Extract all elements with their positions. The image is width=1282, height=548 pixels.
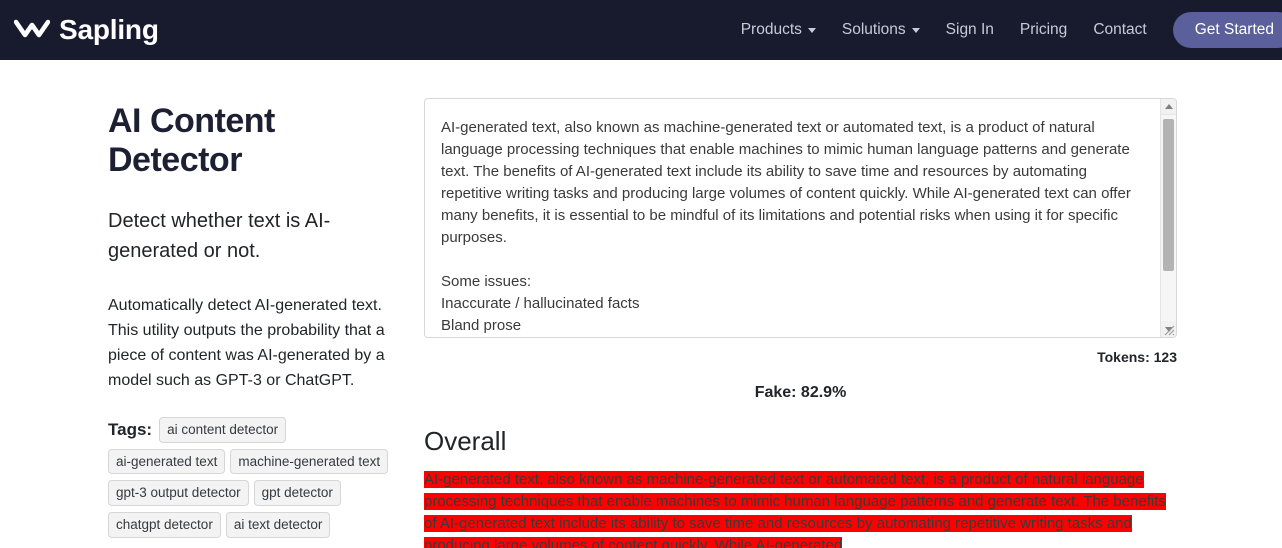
scroll-up-button[interactable] — [1161, 99, 1177, 115]
sapling-leaf-icon — [14, 17, 50, 43]
highlight-span: AI-generated text, also known as machine… — [424, 471, 1166, 548]
fake-score: Fake: 82.9% — [424, 384, 1177, 402]
brand-logo-link[interactable]: Sapling — [14, 16, 159, 44]
tag-item[interactable]: gpt-3 output detector — [108, 480, 249, 506]
main-nav: Products Solutions Sign In Pricing Conta… — [728, 0, 1282, 60]
nav-item-pricing[interactable]: Pricing — [1007, 13, 1080, 47]
tags-label: Tags: — [108, 420, 152, 440]
page-description: Automatically detect AI-generated text. … — [108, 294, 400, 393]
tag-item[interactable]: chatgpt detector — [108, 512, 221, 538]
nav-item-contact[interactable]: Contact — [1080, 13, 1159, 47]
nav-item-solutions[interactable]: Solutions — [829, 13, 933, 47]
token-count: Tokens: 123 — [424, 349, 1177, 365]
nav-item-sign-in[interactable]: Sign In — [933, 13, 1007, 47]
tag-item[interactable]: ai text detector — [226, 512, 331, 538]
nav-item-solutions-label: Solutions — [842, 21, 906, 39]
page-body: AI Content Detector Detect whether text … — [0, 60, 1282, 548]
tag-item[interactable]: gpt detector — [254, 480, 341, 506]
right-column: AI-generated text, also known as machine… — [420, 60, 1282, 548]
left-column: AI Content Detector Detect whether text … — [0, 60, 420, 548]
chevron-down-icon — [808, 28, 816, 33]
get-started-button[interactable]: Get Started — [1173, 12, 1282, 48]
textarea-scrollbar[interactable] — [1160, 99, 1176, 337]
scrollbar-thumb[interactable] — [1163, 119, 1174, 271]
text-input-content[interactable]: AI-generated text, also known as machine… — [425, 99, 1160, 337]
chevron-down-icon — [912, 28, 920, 33]
scrollbar-track[interactable] — [1161, 115, 1177, 321]
nav-item-products-label: Products — [741, 21, 802, 39]
overall-heading: Overall — [424, 426, 1177, 457]
tag-item[interactable]: machine-generated text — [230, 449, 388, 475]
triangle-up-icon — [1165, 104, 1173, 109]
page-subtitle: Detect whether text is AI-generated or n… — [108, 206, 400, 266]
tag-item[interactable]: ai content detector — [159, 417, 286, 443]
resize-grip-icon[interactable] — [1161, 322, 1175, 336]
page-title: AI Content Detector — [108, 102, 400, 180]
tag-item[interactable]: ai-generated text — [108, 449, 225, 475]
brand-name: Sapling — [59, 16, 159, 44]
site-header: Sapling Products Solutions Sign In Prici… — [0, 0, 1282, 60]
overall-highlighted-text: AI-generated text, also known as machine… — [424, 469, 1177, 548]
nav-item-products[interactable]: Products — [728, 13, 829, 47]
tags-row: Tags: ai content detector ai-generated t… — [108, 417, 400, 537]
text-input-area[interactable]: AI-generated text, also known as machine… — [424, 98, 1177, 338]
